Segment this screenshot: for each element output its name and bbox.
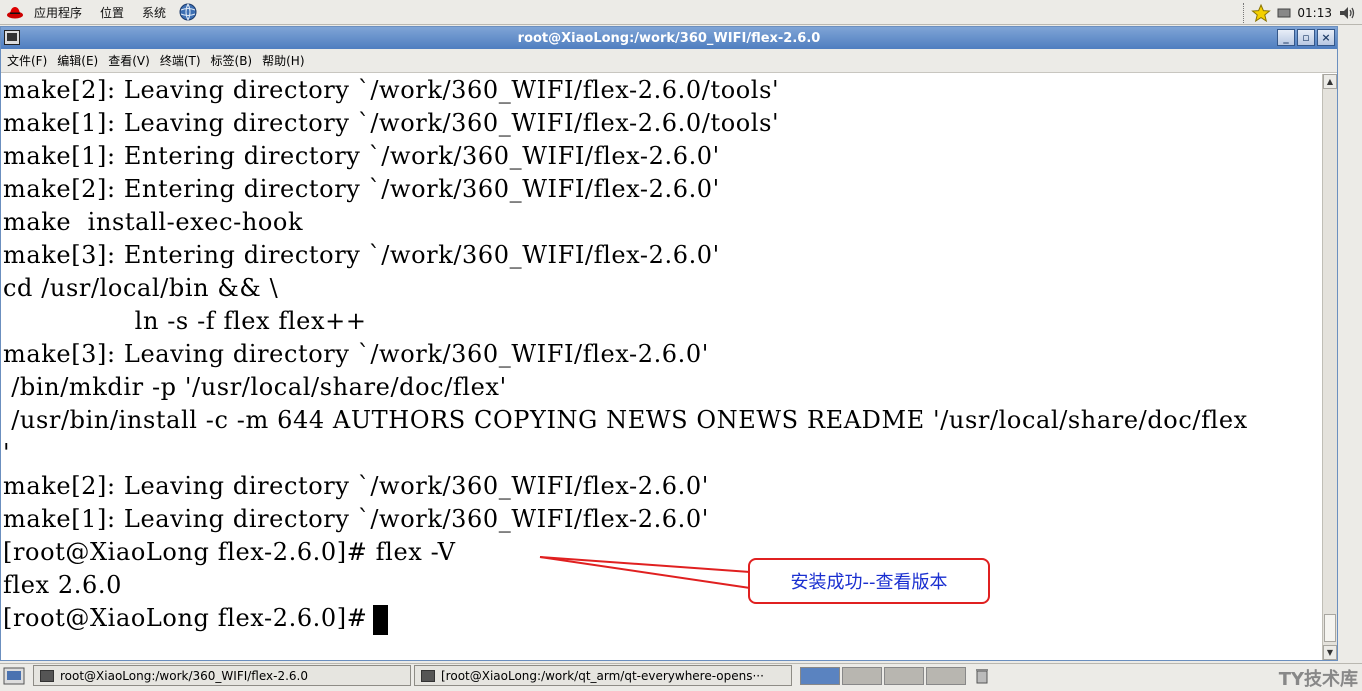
terminal-line: make[1]: Entering directory `/work/360_W… bbox=[3, 142, 720, 170]
task-button-qt[interactable]: [root@XiaoLong:/work/qt_arm/qt-everywher… bbox=[414, 665, 792, 686]
workspace-switcher bbox=[798, 666, 966, 685]
menu-help[interactable]: 帮助(H) bbox=[262, 52, 304, 69]
terminal-prompt-line[interactable]: [root@XiaoLong flex-2.6.0]# bbox=[1, 602, 1323, 635]
window-title: root@XiaoLong:/work/360_WIFI/flex-2.6.0 bbox=[517, 30, 821, 46]
volume-icon[interactable] bbox=[1338, 4, 1356, 22]
workspace-3[interactable] bbox=[884, 666, 924, 685]
terminal-prompt: [root@XiaoLong flex-2.6.0]# bbox=[3, 604, 368, 632]
star-icon[interactable] bbox=[1251, 3, 1272, 23]
terminal-line: make[2]: Leaving directory `/work/360_WI… bbox=[3, 76, 780, 104]
terminal-line: make[2]: Entering directory `/work/360_W… bbox=[3, 175, 720, 203]
workspace-4[interactable] bbox=[926, 666, 966, 685]
system-tray: 01:13 bbox=[1243, 0, 1362, 25]
show-desktop-icon[interactable] bbox=[3, 666, 25, 686]
close-button[interactable]: × bbox=[1317, 29, 1335, 46]
menu-applications[interactable]: 应用程序 bbox=[34, 4, 82, 21]
menu-places[interactable]: 位置 bbox=[100, 4, 124, 21]
terminal-output[interactable]: make[2]: Leaving directory `/work/360_WI… bbox=[1, 74, 1323, 660]
terminal-line: make[3]: Leaving directory `/work/360_WI… bbox=[3, 340, 709, 368]
menu-edit[interactable]: 编辑(E) bbox=[57, 52, 98, 69]
task-terminal-icon bbox=[40, 669, 54, 682]
scrollbar-thumb[interactable] bbox=[1324, 614, 1336, 642]
maximize-button[interactable]: ▫ bbox=[1297, 29, 1315, 46]
terminal-window: root@XiaoLong:/work/360_WIFI/flex-2.6.0 … bbox=[0, 26, 1338, 661]
web-browser-icon[interactable] bbox=[178, 2, 198, 22]
terminal-line: make[3]: Entering directory `/work/360_W… bbox=[3, 241, 720, 269]
workspace-2[interactable] bbox=[842, 666, 882, 685]
top-panel-menus: 应用程序 位置 系统 bbox=[6, 2, 198, 22]
tray-separator bbox=[1243, 2, 1245, 23]
menu-terminal[interactable]: 终端(T) bbox=[160, 52, 201, 69]
terminal-line: ' bbox=[3, 439, 11, 467]
terminal-line: /usr/bin/install -c -m 644 AUTHORS COPYI… bbox=[3, 406, 1248, 434]
top-panel: 应用程序 位置 系统 01:13 bbox=[0, 0, 1362, 25]
terminal-line: make[1]: Leaving directory `/work/360_WI… bbox=[3, 505, 709, 533]
clock[interactable]: 01:13 bbox=[1297, 6, 1332, 20]
menu-tabs[interactable]: 标签(B) bbox=[211, 52, 253, 69]
terminal-app-icon[interactable] bbox=[4, 30, 20, 45]
task-label: root@XiaoLong:/work/360_WIFI/flex-2.6.0 bbox=[60, 668, 309, 683]
terminal-line: cd /usr/local/bin && \ bbox=[3, 274, 279, 302]
terminal-cursor bbox=[373, 604, 389, 635]
scroll-up-arrow-icon[interactable]: ▲ bbox=[1323, 74, 1337, 89]
menu-system[interactable]: 系统 bbox=[142, 4, 166, 21]
bottom-taskbar: root@XiaoLong:/work/360_WIFI/flex-2.6.0 … bbox=[0, 663, 1362, 687]
terminal-line: ln -s -f flex flex++ bbox=[3, 307, 367, 335]
terminal-scrollbar[interactable]: ▲ ▼ bbox=[1322, 74, 1337, 660]
window-menubar: 文件(F) 编辑(E) 查看(V) 终端(T) 标签(B) 帮助(H) bbox=[1, 49, 1337, 73]
terminal-line: flex 2.6.0 bbox=[3, 571, 122, 599]
trash-icon[interactable] bbox=[974, 667, 990, 685]
terminal-line: [root@XiaoLong flex-2.6.0]# flex -V bbox=[3, 538, 456, 566]
terminal-line: make install-exec-hook bbox=[3, 208, 304, 236]
task-terminal-icon bbox=[421, 669, 435, 682]
terminal-line: /bin/mkdir -p '/usr/local/share/doc/flex… bbox=[3, 373, 507, 401]
scroll-down-arrow-icon[interactable]: ▼ bbox=[1323, 645, 1337, 660]
window-controls: _ ▫ × bbox=[1277, 29, 1335, 46]
task-label: [root@XiaoLong:/work/qt_arm/qt-everywher… bbox=[441, 668, 764, 683]
menu-file[interactable]: 文件(F) bbox=[7, 52, 47, 69]
terminal-line: make[2]: Leaving directory `/work/360_WI… bbox=[3, 472, 709, 500]
terminal-line: make[1]: Leaving directory `/work/360_WI… bbox=[3, 109, 780, 137]
keyboard-indicator-icon[interactable] bbox=[1277, 7, 1291, 19]
workspace-1[interactable] bbox=[800, 666, 840, 685]
menu-view[interactable]: 查看(V) bbox=[108, 52, 150, 69]
window-titlebar[interactable]: root@XiaoLong:/work/360_WIFI/flex-2.6.0 … bbox=[1, 27, 1337, 49]
task-button-flex[interactable]: root@XiaoLong:/work/360_WIFI/flex-2.6.0 bbox=[33, 665, 411, 686]
redhat-logo-icon bbox=[7, 7, 23, 19]
annotation-callout: 安装成功--查看版本 bbox=[748, 558, 990, 604]
watermark: TY技术库 bbox=[1278, 669, 1358, 690]
minimize-button[interactable]: _ bbox=[1277, 29, 1295, 46]
